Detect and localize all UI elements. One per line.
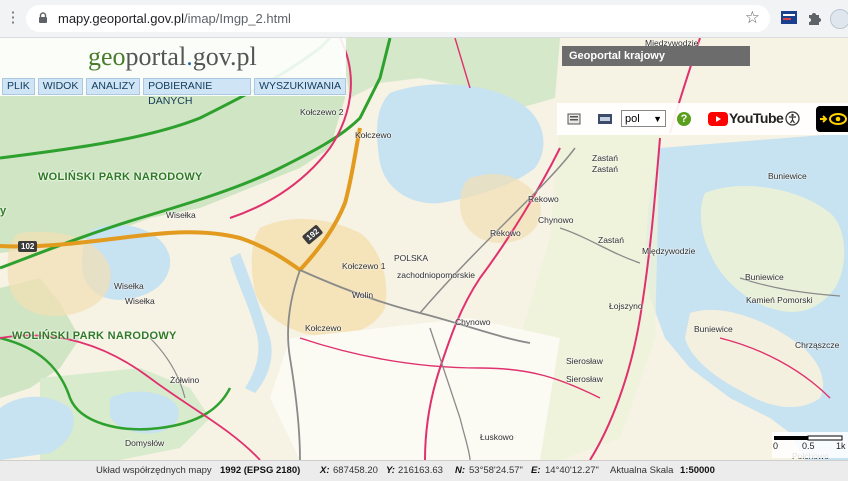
x-value: 687458.20 <box>333 465 378 476</box>
lock-icon <box>39 12 47 23</box>
place-sieroslaw-1: Sierosław <box>566 356 603 366</box>
place-wiselka-1: Wisełka <box>166 210 196 220</box>
accessibility-icon[interactable] <box>785 111 800 126</box>
place-zachodniopomorskie: zachodniopomorskie <box>397 270 475 280</box>
logo-part-2: o <box>112 42 126 71</box>
road-badge-102: 102 <box>18 241 38 252</box>
logo-part-5: gov.pl <box>192 42 257 71</box>
place-zolwino: Żółwino <box>170 375 200 385</box>
place-buniewice-2: Buniewice <box>745 272 784 282</box>
eye-view-button[interactable] <box>816 106 848 132</box>
y-value: 216163.63 <box>398 465 443 476</box>
menu-icon[interactable]: ⋮ <box>4 9 22 27</box>
scale-one: 1k <box>836 441 846 451</box>
crs-value: 1992 (EPSG 2180) <box>220 465 301 476</box>
browser-toolbar: ⋮ mapy.geoportal.gov.pl/imap/Imgp_2.html… <box>0 0 848 38</box>
profile-avatar[interactable] <box>830 9 848 29</box>
language-select[interactable]: pol ▼ <box>621 110 666 127</box>
eye-icon <box>820 113 847 125</box>
logo-menu-panel: geoportal.gov.pl PLIK WIDOK ANALIZY POBI… <box>0 38 346 107</box>
n-label: N: <box>455 465 466 476</box>
place-chynowo-1: Chynowo <box>538 215 574 225</box>
youtube-icon[interactable] <box>708 111 728 127</box>
geoportal-krajowy-button[interactable]: Geoportal krajowy <box>562 46 750 66</box>
e-value: 14°40'12.27" <box>545 465 599 476</box>
menu-analizy[interactable]: ANALIZY <box>86 78 141 95</box>
url-path: /imap/Imgp_2.html <box>183 11 291 26</box>
place-kamien-pomorski: Kamień Pomorski <box>746 295 813 305</box>
place-luskowo: Łuskowo <box>480 432 514 442</box>
place-chynowo-2: Chynowo <box>455 317 491 327</box>
crs-label: Układ współrzędnych mapy <box>96 465 212 476</box>
map-canvas[interactable]: WOLIŃSKI PARK NARODOWY WOLIŃSKI PARK NAR… <box>0 38 848 460</box>
place-kolczewo-bottom: Kołczewo <box>305 323 342 333</box>
y-label: Y: <box>386 465 395 476</box>
e-label: E: <box>531 465 541 476</box>
url-text: mapy.geoportal.gov.pl/imap/Imgp_2.html <box>58 11 291 26</box>
place-wolin: Wolin <box>352 290 374 300</box>
chevron-down-icon: ▼ <box>653 114 662 124</box>
map-layer <box>0 38 848 460</box>
place-lojszyno: Łojszyno <box>609 301 643 311</box>
language-value: pol <box>625 113 640 125</box>
x-label: X: <box>320 465 330 476</box>
bookmark-star-icon[interactable]: ☆ <box>745 8 760 28</box>
status-bar: Układ współrzędnych mapy 1992 (EPSG 2180… <box>0 460 848 481</box>
scale-half: 0.5 <box>802 441 815 451</box>
place-buniewice-3: Buniewice <box>694 324 733 334</box>
extension-screen-icon[interactable] <box>780 9 798 27</box>
menu-widok[interactable]: WIDOK <box>37 78 84 95</box>
help-icon[interactable]: ? <box>677 112 691 126</box>
place-zastan-2: Zastań <box>592 164 618 174</box>
scale-label: Aktualna Skala <box>610 465 674 476</box>
place-rekowo-2: Rekowo <box>490 228 521 238</box>
layers-icon[interactable] <box>597 111 613 127</box>
logo-part-3: portal <box>125 42 187 71</box>
place-sieroslaw-2: Sierosław <box>566 374 603 384</box>
geoportal-logo: geoportal.gov.pl <box>88 42 257 72</box>
place-kolczewo-2: Kołczewo 2 <box>300 107 344 117</box>
url-host: mapy.geoportal.gov.pl <box>58 11 184 26</box>
scale-value: 1:50000 <box>680 465 715 476</box>
address-bar[interactable]: mapy.geoportal.gov.pl/imap/Imgp_2.html ☆ <box>26 5 770 32</box>
place-wiselka-2: Wisełka <box>114 281 144 291</box>
place-zastan-3: Zastań <box>598 235 624 245</box>
print-icon[interactable] <box>566 111 582 127</box>
place-domyslow: Domysłów <box>125 438 165 448</box>
logo-part-1: ge <box>88 42 113 71</box>
menu-pobieranie-danych[interactable]: POBIERANIE DANYCH <box>143 78 252 107</box>
place-kolczewo-top: Kołczewo <box>355 130 392 140</box>
place-wiselka-3: Wisełka <box>125 296 155 306</box>
puzzle-extensions-icon[interactable] <box>806 9 824 27</box>
scale-zero: 0 <box>773 441 779 451</box>
park-label-top: WOLIŃSKI PARK NARODOWY <box>38 171 203 183</box>
place-polska: POLSKA <box>394 253 429 263</box>
park-label-bottom: WOLIŃSKI PARK NARODOWY <box>12 330 177 342</box>
menu-plik[interactable]: PLIK <box>2 78 35 95</box>
place-kolczewo-1: Kołczewo 1 <box>342 261 386 271</box>
place-rekowo-1: Rekowo <box>528 194 559 204</box>
youtube-label[interactable]: YouTube <box>729 110 784 126</box>
place-chrzaszczewo: Chrząszcze <box>795 340 840 350</box>
place-buniewice-1: Buniewice <box>768 171 807 181</box>
n-value: 53°58'24.57" <box>469 465 523 476</box>
park-label-edge: y <box>0 205 7 217</box>
main-menu: PLIK WIDOK ANALIZY POBIERANIE DANYCH WYS… <box>2 78 346 107</box>
place-zastan-1: Zastań <box>592 153 618 163</box>
menu-wyszukiwania[interactable]: WYSZUKIWANIA <box>254 78 346 95</box>
map-toolbar <box>557 103 848 135</box>
place-miedzywodzie: Międzywodzie <box>642 246 696 256</box>
